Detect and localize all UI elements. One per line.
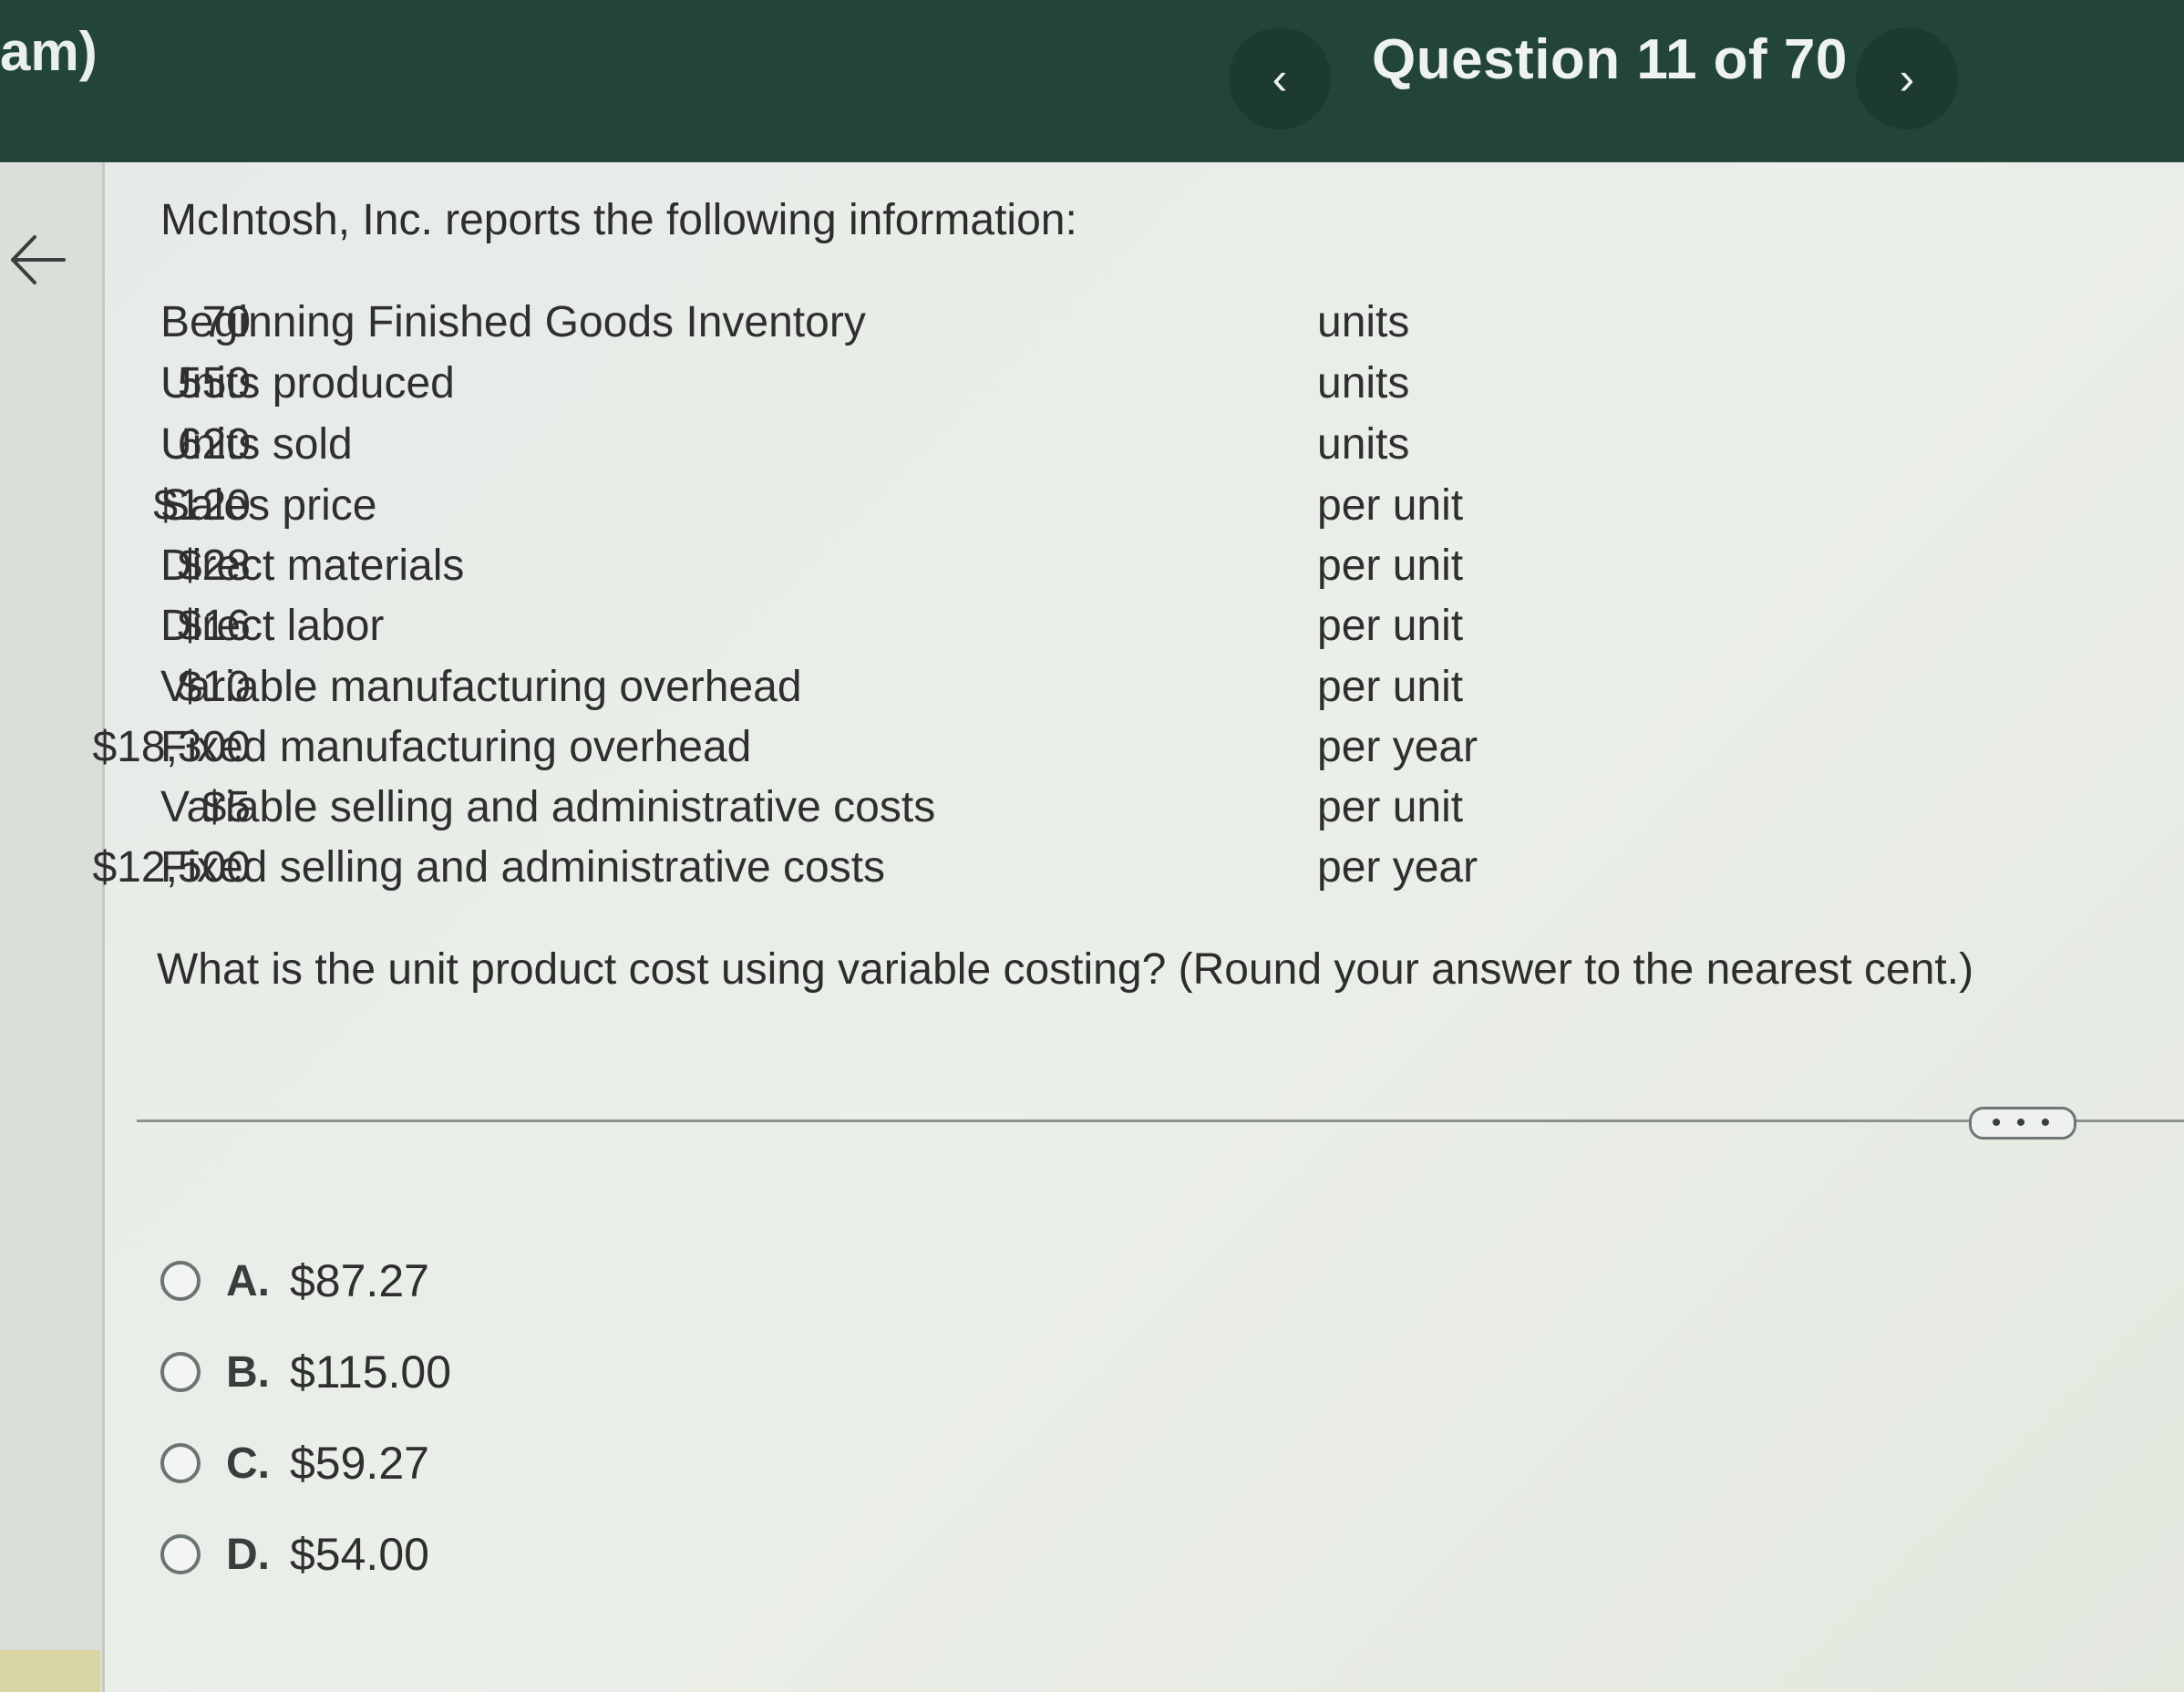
row-value: 550 <box>177 359 251 408</box>
chevron-right-icon: › <box>1899 53 1915 104</box>
row-unit: per year <box>1317 843 1478 892</box>
choice-text: $54.00 <box>290 1529 429 1580</box>
row-unit: per unit <box>1317 663 1464 711</box>
data-row: Fixed selling and administrative costs $… <box>0 842 1550 897</box>
row-label: Variable manufacturing overhead <box>160 663 802 711</box>
exam-title-fragment: am) <box>0 21 98 82</box>
answer-divider <box>137 1119 2184 1122</box>
row-unit: per unit <box>1317 602 1464 650</box>
data-row: Direct materials $28 per unit <box>0 541 1550 595</box>
answer-choice-d[interactable]: D. $54.00 <box>160 1522 429 1586</box>
row-value: $10 <box>177 663 251 711</box>
data-row: Fixed manufacturing overhead $18,300 per… <box>0 722 1550 777</box>
answer-choice-b[interactable]: B. $115.00 <box>160 1340 451 1404</box>
answer-choice-a[interactable]: A. $87.27 <box>160 1249 429 1313</box>
rail-footer-strip <box>0 1650 100 1692</box>
row-value: $5 <box>201 783 251 831</box>
row-label: Beginning Finished Goods Inventory <box>160 298 866 346</box>
row-unit: units <box>1317 298 1410 346</box>
row-unit: units <box>1317 420 1410 469</box>
data-row: Units produced 550 units <box>0 358 1550 413</box>
radio-button[interactable] <box>160 1261 201 1301</box>
choice-letter: C. <box>226 1439 270 1488</box>
row-value: $28 <box>177 542 251 590</box>
row-value: 620 <box>177 420 251 469</box>
choice-letter: A. <box>226 1256 270 1305</box>
row-value: $12,500 <box>92 843 251 892</box>
problem-intro: McIntosh, Inc. reports the following inf… <box>160 196 1077 244</box>
data-row: Variable selling and administrative cost… <box>0 782 1550 837</box>
previous-question-button[interactable]: ‹ <box>1229 27 1331 129</box>
row-value: 70 <box>201 298 251 346</box>
radio-button[interactable] <box>160 1352 201 1392</box>
row-label: Variable selling and administrative cost… <box>160 783 936 831</box>
more-options-button[interactable]: • • • <box>1969 1107 2076 1140</box>
answer-choice-c[interactable]: C. $59.27 <box>160 1431 429 1495</box>
question-counter: Question 11 of 70 <box>1372 28 1848 91</box>
data-row: Beginning Finished Goods Inventory 70 un… <box>0 297 1550 352</box>
top-bar: am) ‹ Question 11 of 70 › <box>0 0 2184 162</box>
data-row: Direct labor $16 per unit <box>0 601 1550 655</box>
choice-letter: B. <box>226 1347 270 1397</box>
choice-letter: D. <box>226 1530 270 1579</box>
radio-button[interactable] <box>160 1534 201 1574</box>
row-unit: per unit <box>1317 542 1464 590</box>
data-row: Units sold 620 units <box>0 419 1550 474</box>
choice-text: $115.00 <box>290 1346 452 1398</box>
choice-text: $87.27 <box>290 1255 429 1306</box>
row-value: $18,300 <box>92 723 251 771</box>
row-value: $120 <box>153 481 251 530</box>
data-row: Variable manufacturing overhead $10 per … <box>0 662 1550 717</box>
row-label: Fixed selling and administrative costs <box>160 843 886 892</box>
chevron-left-icon: ‹ <box>1272 53 1288 104</box>
next-question-button[interactable]: › <box>1856 27 1958 129</box>
back-arrow-icon[interactable] <box>5 228 69 292</box>
data-row: Sales price $120 per unit <box>0 480 1550 535</box>
row-unit: per unit <box>1317 783 1464 831</box>
row-value: $16 <box>177 602 251 650</box>
row-unit: per unit <box>1317 481 1464 530</box>
radio-button[interactable] <box>160 1443 201 1483</box>
row-unit: per year <box>1317 723 1478 771</box>
choice-text: $59.27 <box>290 1438 429 1489</box>
row-unit: units <box>1317 359 1410 408</box>
question-text: What is the unit product cost using vari… <box>157 945 1974 994</box>
